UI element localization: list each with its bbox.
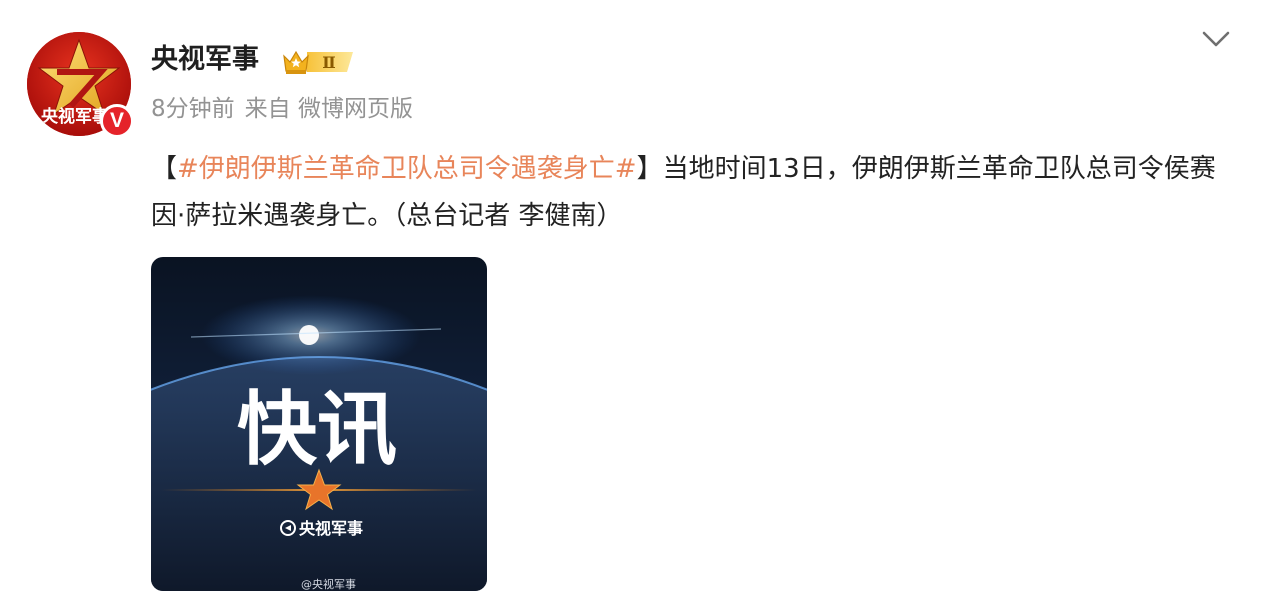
post-image[interactable]: 快讯 央视军事 @央视军事 [151, 257, 487, 591]
hashtag-link[interactable]: #伊朗伊斯兰革命卫队总司令遇袭身亡# [177, 154, 637, 184]
post-source: 来自 微博网页版 [244, 96, 413, 122]
bracket-open: 【 [151, 154, 178, 184]
more-menu-button[interactable] [1200, 26, 1232, 56]
level-badge[interactable]: Ⅱ [281, 46, 357, 80]
author-name[interactable]: 央视军事 [151, 41, 259, 79]
image-watermark: @央视军事 [301, 577, 356, 591]
bracket-close: 】 [636, 154, 663, 184]
post-time[interactable]: 8分钟前 [151, 96, 235, 122]
level-badge-label: Ⅱ [322, 53, 335, 72]
verified-badge: V [100, 104, 134, 138]
post-meta: 8分钟前 来自 微博网页版 [151, 92, 423, 126]
image-headline: 快讯 [237, 383, 397, 476]
chevron-down-icon [1202, 31, 1230, 47]
crown-icon [283, 50, 309, 74]
image-brand: 央视军事 [299, 519, 363, 538]
avatar-label: 央视军事 [41, 106, 109, 127]
post-content: 【#伊朗伊斯兰革命卫队总司令遇袭身亡#】当地时间13日，伊朗伊斯兰革命卫队总司令… [151, 146, 1231, 240]
